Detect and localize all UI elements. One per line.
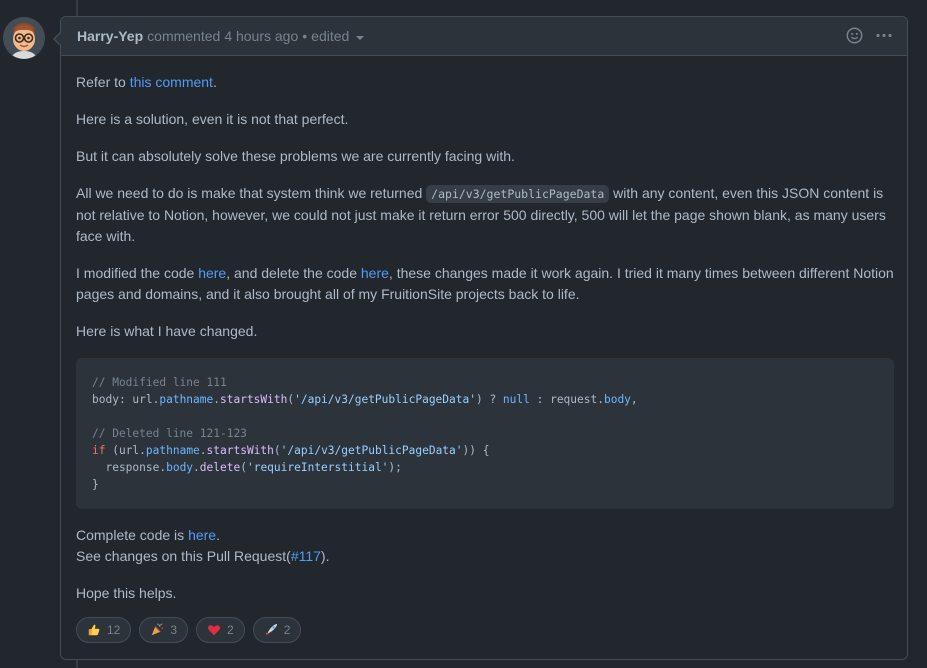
code-token: ( [240, 461, 247, 474]
text: All we need to do is make that system th… [76, 185, 427, 201]
code-token: . [199, 444, 207, 457]
code-token: 'requireInterstitial' [246, 461, 389, 474]
code-token: ) ? [475, 393, 503, 406]
code-token: '/api/v3/getPublicPageData' [294, 393, 476, 406]
comment-body: Refer to this comment. Here is a solutio… [76, 72, 894, 620]
paragraph-refer: Refer to this comment. [76, 72, 894, 93]
code-token: ); [388, 461, 402, 474]
reaction-thumbs-up[interactable]: 12 [76, 617, 132, 643]
code-token: body [166, 461, 194, 474]
code-token: body: url. [92, 393, 160, 406]
edited-dropdown[interactable]: edited [311, 28, 349, 44]
text: Complete code is [76, 527, 189, 543]
code-token: pathname [159, 393, 214, 406]
text: , and delete the code [226, 265, 361, 281]
code-token: , [630, 393, 638, 406]
complete-code-line: Complete code is here. [76, 525, 894, 546]
paragraph-links: Complete code is here. See changes on th… [76, 525, 894, 567]
reaction-hooray[interactable]: 3 [139, 617, 189, 643]
avatar[interactable] [3, 17, 45, 59]
code-token: if [92, 444, 106, 457]
code-token: ( [273, 444, 281, 457]
code-token: : request. [529, 393, 604, 406]
code-line: } [92, 478, 99, 491]
avatar-memoji-icon [3, 17, 45, 59]
code-token: startsWith [206, 444, 274, 457]
complete-code-link[interactable]: here [188, 527, 216, 543]
inline-code: /api/v3/getPublicPageData [426, 185, 610, 203]
this-comment-link[interactable]: this comment [130, 74, 213, 90]
comment-box: Harry-Yep commented 4 hours ago • edited… [60, 16, 908, 660]
paragraph-changed: Here is what I have changed. [76, 323, 258, 339]
paragraph-modified: I modified the code here, and delete the… [76, 263, 894, 305]
code-token: delete [199, 461, 241, 474]
reaction-count: 3 [170, 623, 178, 637]
code-line: body: url.pathname.startsWith('/api/v3/g… [92, 391, 878, 408]
reactions-bar: 12 3 2 2 [76, 617, 302, 643]
comment-header: Harry-Yep commented 4 hours ago • edited [61, 17, 907, 56]
text: See changes on this Pull Request( [76, 548, 291, 564]
reaction-count: 2 [283, 623, 291, 637]
code-token: null [502, 393, 530, 406]
paragraph-solve: But it can absolutely solve these proble… [76, 148, 515, 164]
code-token: body [603, 393, 631, 406]
paragraph-explanation: All we need to do is make that system th… [76, 183, 894, 247]
reaction-count: 2 [227, 623, 234, 637]
code-line: // Modified line 111 [92, 376, 227, 389]
code-token: . [213, 393, 220, 406]
text: ). [320, 548, 330, 564]
comment-arrow-inner [55, 32, 62, 46]
code-line: if (url.pathname.startsWith('/api/v3/get… [92, 442, 878, 459]
reaction-heart[interactable]: 2 [196, 617, 245, 643]
text: Refer to [76, 74, 130, 90]
kebab-horizontal-icon[interactable] [875, 27, 893, 44]
here-link-modified[interactable]: here [198, 265, 226, 281]
paragraph-solution: Here is a solution, even it is not that … [76, 111, 349, 127]
thumbs-up-icon [88, 624, 100, 636]
code-block: // Modified line 111 body: url.pathname.… [76, 358, 894, 509]
heart-icon [208, 625, 221, 636]
here-link-deleted[interactable]: here [361, 265, 389, 281]
code-token: . [193, 461, 200, 474]
smiley-icon[interactable] [846, 27, 863, 44]
text: . [216, 527, 220, 543]
code-line: response.body.delete('requireInterstitia… [92, 459, 878, 476]
comment-time[interactable]: 4 hours ago [224, 28, 298, 44]
separator: • [302, 28, 308, 44]
code-line: // Deleted line 121-123 [92, 427, 247, 440]
reaction-rocket[interactable]: 2 [252, 617, 302, 643]
text: I modified the code [76, 265, 199, 281]
chevron-down-icon[interactable] [356, 35, 365, 40]
comment-action: commented [147, 28, 221, 44]
reaction-count: 12 [107, 623, 121, 637]
code-token: (url. [105, 444, 146, 457]
text: . [212, 74, 217, 90]
code-token: response. [92, 461, 167, 474]
code-token: )) { [462, 444, 490, 457]
rocket-icon [265, 623, 277, 636]
code-token: startsWith [220, 393, 288, 406]
code-token: pathname [145, 444, 200, 457]
header-actions [846, 27, 893, 44]
author-link[interactable]: Harry-Yep [77, 28, 143, 44]
code-token: '/api/v3/getPublicPageData' [280, 444, 463, 457]
paragraph-hope: Hope this helps. [76, 585, 177, 601]
pull-request-line: See changes on this Pull Request(#117). [76, 546, 894, 567]
party-popper-icon [152, 623, 164, 636]
pull-request-link[interactable]: #117 [291, 548, 321, 564]
